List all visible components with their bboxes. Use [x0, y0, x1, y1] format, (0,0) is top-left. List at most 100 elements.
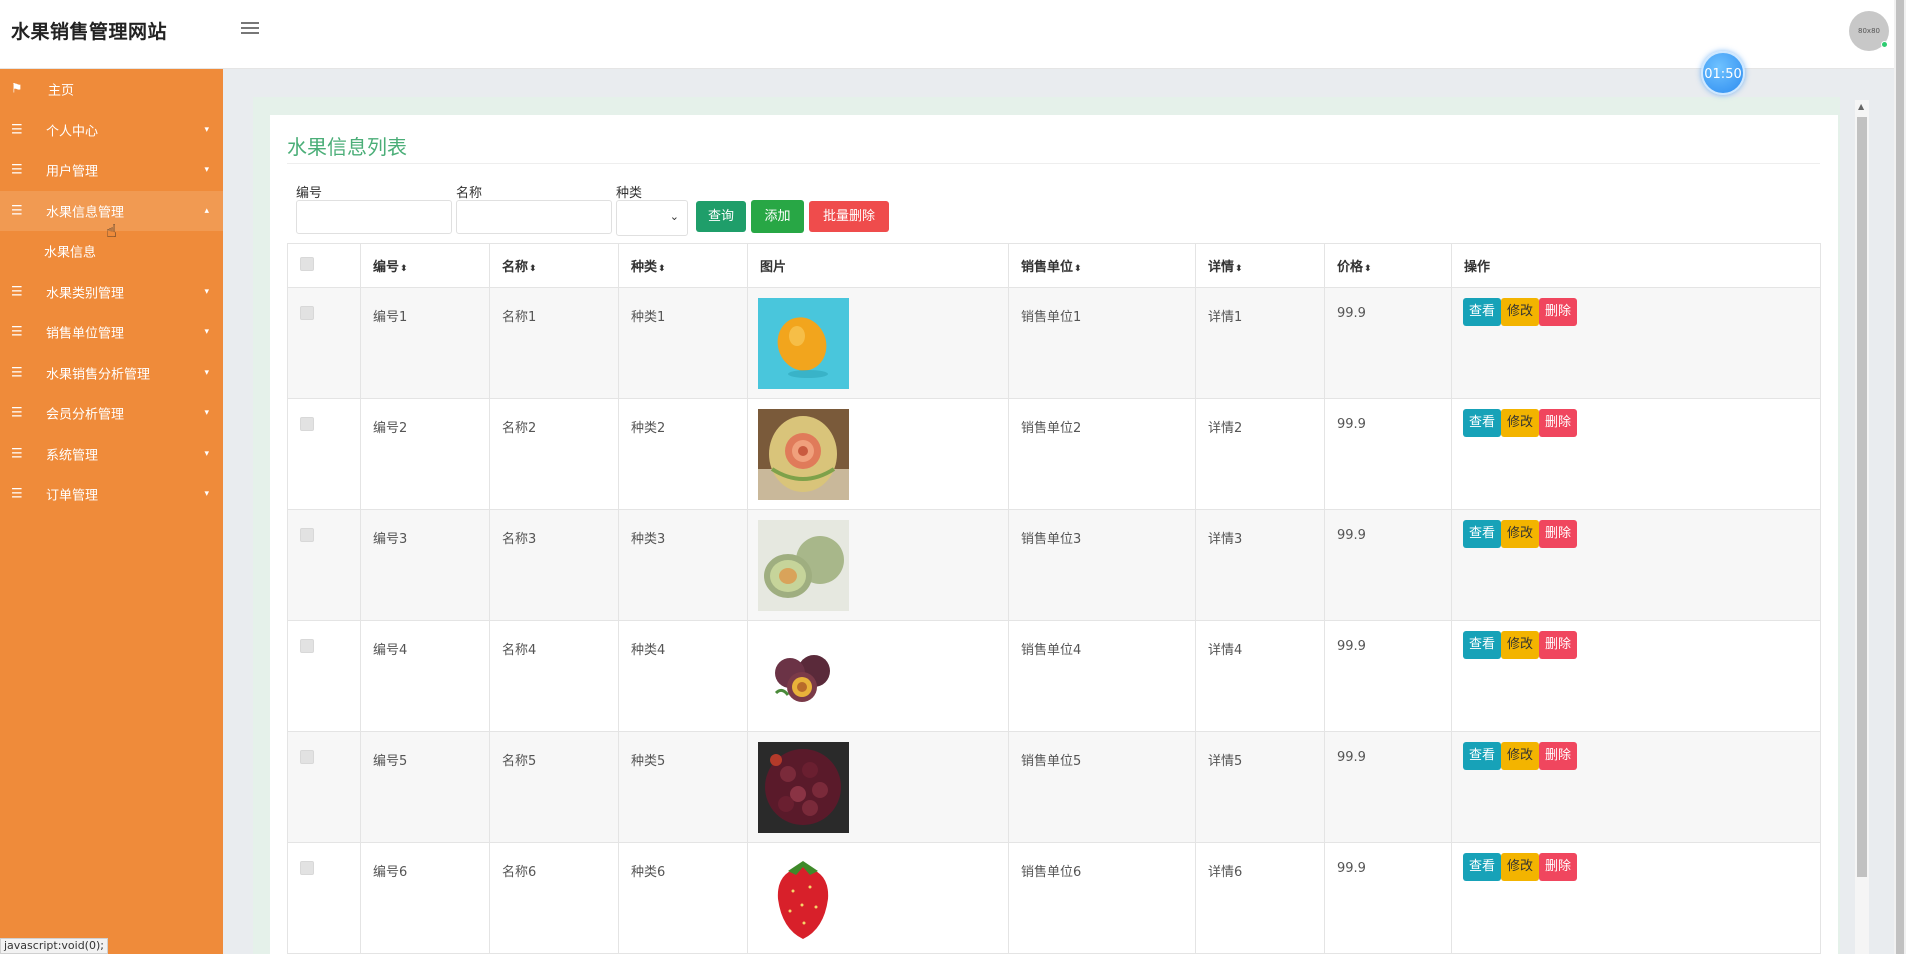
- edit-button[interactable]: 修改: [1501, 631, 1540, 659]
- avatar[interactable]: 80x80: [1849, 11, 1889, 51]
- code-input[interactable]: [296, 200, 452, 234]
- edit-button[interactable]: 修改: [1501, 298, 1540, 326]
- sidebar-subitem-label: 水果信息: [44, 245, 97, 261]
- view-button[interactable]: 查看: [1463, 409, 1502, 437]
- view-button[interactable]: 查看: [1463, 742, 1502, 770]
- column-header-code[interactable]: 编号⬍: [360, 243, 490, 288]
- content-scrollbar[interactable]: ▲: [1855, 100, 1869, 954]
- sidebar-item-label: 水果销售分析管理: [46, 367, 151, 383]
- delete-button[interactable]: 删除: [1539, 409, 1578, 437]
- name-input[interactable]: [456, 200, 612, 234]
- delete-button[interactable]: 删除: [1539, 631, 1578, 659]
- column-header-label: 销售单位: [1021, 260, 1074, 275]
- type-cell: 种类3: [618, 509, 748, 621]
- lemon-image[interactable]: [758, 298, 849, 389]
- row-checkbox[interactable]: [300, 528, 314, 542]
- column-header-unit[interactable]: 销售单位⬍: [1008, 243, 1196, 288]
- chevron-down-icon: ▾: [204, 124, 209, 135]
- detail-cell: 详情6: [1195, 842, 1325, 954]
- chevron-down-icon: ▾: [204, 408, 209, 419]
- sidebar-item-fruit-category-management[interactable]: ☰ 水果类别管理 ▾: [0, 272, 223, 313]
- table-row: 编号5 名称5 种类5 销售单位5 详情5 99.9 查看 修改 删除: [287, 731, 1821, 843]
- delete-button[interactable]: 删除: [1539, 853, 1578, 881]
- column-header-label: 种类: [631, 260, 658, 275]
- sidebar-item-label: 订单管理: [46, 488, 99, 504]
- cantaloupe-image[interactable]: [758, 520, 849, 611]
- price-cell: 99.9: [1324, 398, 1452, 510]
- column-header-price[interactable]: 价格⬍: [1324, 243, 1452, 288]
- list-icon: ☰: [11, 365, 23, 381]
- sidebar-item-user-management[interactable]: ☰ 用户管理 ▾: [0, 150, 223, 191]
- name-cell: 名称1: [489, 287, 619, 399]
- menu-toggle-icon[interactable]: [241, 22, 259, 36]
- delete-button[interactable]: 删除: [1539, 520, 1578, 548]
- sidebar-item-order-management[interactable]: ☰ 订单管理 ▾: [0, 474, 223, 515]
- name-cell: 名称2: [489, 398, 619, 510]
- row-checkbox[interactable]: [300, 639, 314, 653]
- sidebar-item-member-analysis-management[interactable]: ☰ 会员分析管理 ▾: [0, 393, 223, 434]
- row-checkbox[interactable]: [300, 750, 314, 764]
- scrollbar-thumb[interactable]: [1857, 117, 1867, 877]
- row-select-cell: [287, 842, 361, 954]
- edit-button[interactable]: 修改: [1501, 409, 1540, 437]
- sidebar-item-label: 水果信息管理: [46, 205, 125, 221]
- column-header-image: 图片: [747, 243, 1009, 288]
- edit-button[interactable]: 修改: [1501, 520, 1540, 548]
- column-header-label: 名称: [502, 260, 529, 275]
- row-checkbox[interactable]: [300, 861, 314, 875]
- row-checkbox[interactable]: [300, 306, 314, 320]
- column-header-detail[interactable]: 详情⬍: [1195, 243, 1325, 288]
- column-header-name[interactable]: 名称⬍: [489, 243, 619, 288]
- page-scrollbar-thumb[interactable]: [1896, 0, 1904, 954]
- flag-icon: ⚑: [11, 81, 23, 97]
- delete-button[interactable]: 删除: [1539, 298, 1578, 326]
- sort-icon: ⬍: [529, 264, 537, 274]
- top-bar: 水果销售管理网站 80x80: [0, 0, 1906, 69]
- column-header-type[interactable]: 种类⬍: [618, 243, 748, 288]
- view-button[interactable]: 查看: [1463, 520, 1502, 548]
- passion-fruit-image[interactable]: [758, 631, 849, 722]
- page-scrollbar[interactable]: [1894, 0, 1906, 954]
- edit-button[interactable]: 修改: [1501, 853, 1540, 881]
- column-header-label: 编号: [373, 260, 400, 275]
- view-button[interactable]: 查看: [1463, 631, 1502, 659]
- name-cell: 名称6: [489, 842, 619, 954]
- list-icon: ☰: [11, 162, 23, 178]
- unit-cell: 销售单位3: [1008, 509, 1196, 621]
- list-icon: ☰: [11, 486, 23, 502]
- code-cell: 编号3: [360, 509, 490, 621]
- sidebar-item-personal-center[interactable]: ☰ 个人中心 ▾: [0, 110, 223, 151]
- query-button[interactable]: 查询: [696, 201, 746, 232]
- carved-melon-image[interactable]: [758, 409, 849, 500]
- sidebar-item-home[interactable]: ⚑ 主页: [0, 69, 223, 110]
- actions-cell: 查看 修改 删除: [1451, 842, 1821, 954]
- strawberry-image[interactable]: [758, 853, 849, 944]
- bulk-delete-button[interactable]: 批量删除: [809, 201, 889, 232]
- mulberries-image[interactable]: [758, 742, 849, 833]
- scroll-up-icon[interactable]: ▲: [1858, 102, 1864, 111]
- select-all-checkbox[interactable]: [300, 256, 314, 271]
- column-header-label: 图片: [760, 260, 787, 275]
- sidebar-item-system-management[interactable]: ☰ 系统管理 ▾: [0, 434, 223, 475]
- image-cell: [747, 398, 1009, 510]
- column-header-label: 详情: [1208, 260, 1235, 275]
- delete-button[interactable]: 删除: [1539, 742, 1578, 770]
- sidebar-item-label: 会员分析管理: [46, 407, 125, 423]
- timer-badge[interactable]: 01:50: [1701, 51, 1745, 95]
- chevron-down-icon: ⌄: [669, 210, 679, 223]
- list-icon: ☰: [11, 122, 23, 138]
- list-icon: ☰: [11, 324, 23, 340]
- view-button[interactable]: 查看: [1463, 853, 1502, 881]
- sidebar-item-sales-analysis-management[interactable]: ☰ 水果销售分析管理 ▾: [0, 353, 223, 394]
- edit-button[interactable]: 修改: [1501, 742, 1540, 770]
- column-header-label: 操作: [1464, 260, 1491, 275]
- add-button[interactable]: 添加: [751, 200, 804, 233]
- app-title: 水果销售管理网站: [11, 21, 168, 43]
- view-button[interactable]: 查看: [1463, 298, 1502, 326]
- select-all-cell: [287, 243, 361, 288]
- detail-cell: 详情2: [1195, 398, 1325, 510]
- sidebar-item-sales-unit-management[interactable]: ☰ 销售单位管理 ▾: [0, 312, 223, 353]
- sort-icon: ⬍: [1074, 264, 1082, 274]
- type-select[interactable]: ⌄: [616, 200, 688, 236]
- row-checkbox[interactable]: [300, 417, 314, 431]
